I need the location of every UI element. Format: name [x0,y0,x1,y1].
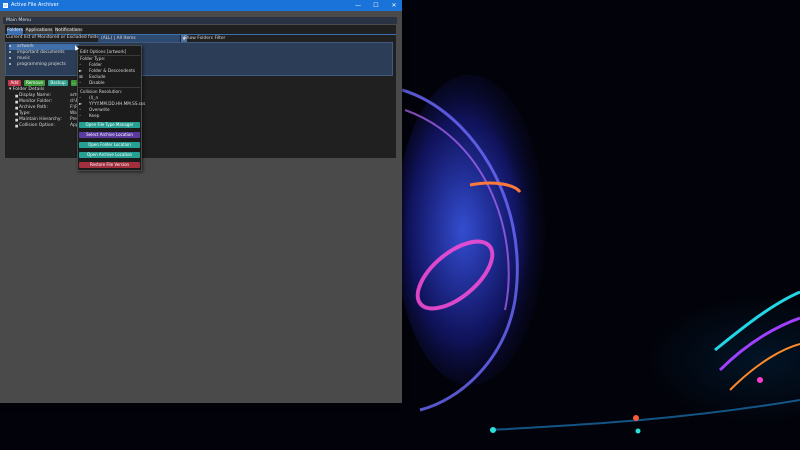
show-folders-filter-label: Show Folders Filter [184,36,226,41]
remove-button[interactable]: Remove [24,80,45,86]
list-item[interactable]: programming projects [9,62,79,68]
bullet-icon: ■ [15,106,19,110]
app-window: Active File Archiver — ☐ ✕ Main Menu Fol… [0,0,402,403]
window-title: Active File Archiver [11,2,59,8]
detail-label: Display Name: [19,93,52,98]
radio-selected-icon[interactable]: ► [79,68,82,73]
checkbox-icon[interactable]: ⊠ [79,74,83,79]
detail-label: Type: [19,111,31,116]
detail-label: Monitor Folder: [19,99,53,104]
folder-details-header[interactable]: ▾ Folder Details [9,87,44,92]
backup-button[interactable]: Backup [48,80,68,86]
maximize-button[interactable]: ☐ [368,1,384,10]
bullet-icon: ■ [15,124,19,128]
bullet-icon [9,62,11,65]
title-bar[interactable]: Active File Archiver — ☐ ✕ [0,0,402,11]
folder-filter-value: (ALL) | All Items [101,36,136,41]
main-panel: Folders Applications Notifications Curre… [5,25,396,158]
restore-file-version-button[interactable]: Restore File Version [79,162,140,168]
list-item-label: music [17,56,30,61]
list-item-label: programming projects [17,62,66,67]
bullet-icon [9,56,11,59]
list-item-label: artwork [17,44,34,49]
detail-label: Maintain Hierarchy: [19,117,62,122]
collision-option[interactable]: Keep [89,113,99,118]
separator [79,87,140,88]
collision-option[interactable]: (l)_n [89,95,98,100]
main-menu-bar[interactable]: Main Menu [3,17,397,24]
radio-icon[interactable]: ◦ [79,62,81,67]
app-icon [3,3,8,8]
edit-options-popup: Edit Options [artwork] Folder Type: ◦ Fo… [77,45,145,171]
open-archive-location-button[interactable]: Open Archive Location [79,152,140,158]
detail-label: Archive Path: [19,105,48,110]
folders-listbox[interactable]: artwork important documents music progra… [5,42,393,76]
bullet-icon [9,50,11,53]
folder-filter-combo[interactable]: (ALL) | All Items [98,35,180,42]
add-button[interactable]: Add [8,80,21,86]
collision-resolution-label: Collision Resolution: [80,89,123,94]
radio-icon[interactable]: ◦ [79,95,81,100]
open-folder-location-button[interactable]: Open Folder Location [79,142,140,148]
collision-option[interactable]: Overwrite [89,107,110,112]
folder-type-option[interactable]: Folder & Descendents [89,68,135,73]
minimize-button[interactable]: — [350,1,366,10]
radio-icon[interactable]: ◦ [79,80,81,85]
list-item-label: important documents [17,50,65,55]
folder-type-label: Folder Type: [80,56,106,61]
bullet-icon: ■ [15,100,19,104]
radio-icon[interactable]: ◦ [79,107,81,112]
folder-details-title: Folder Details [12,87,45,92]
main-menu-title: Main Menu [6,18,32,23]
select-archive-location-button[interactable]: Select Archive Location [79,132,140,138]
bullet-icon [9,44,11,47]
bullet-icon: ■ [15,118,19,122]
close-button[interactable]: ✕ [386,1,402,10]
radio-icon[interactable]: ◦ [79,113,81,118]
folders-list-title: Current list of Monitored or Excluded fo… [6,35,105,40]
folder-type-option[interactable]: Folder [89,62,102,67]
open-file-type-manager-button[interactable]: Open File Type Manager [79,122,140,128]
bullet-icon: ■ [15,94,19,98]
popup-title: Edit Options [artwork] [80,49,127,54]
bullet-icon: ■ [15,112,19,116]
collision-option[interactable]: YYYY.MM.DD.HH.MM.SS.sss [89,101,145,106]
detail-label: Collision Option: [19,123,55,128]
folder-type-option[interactable]: Disable [89,80,105,85]
folder-type-option[interactable]: Exclude [89,74,105,79]
radio-selected-icon[interactable]: ► [79,101,82,106]
